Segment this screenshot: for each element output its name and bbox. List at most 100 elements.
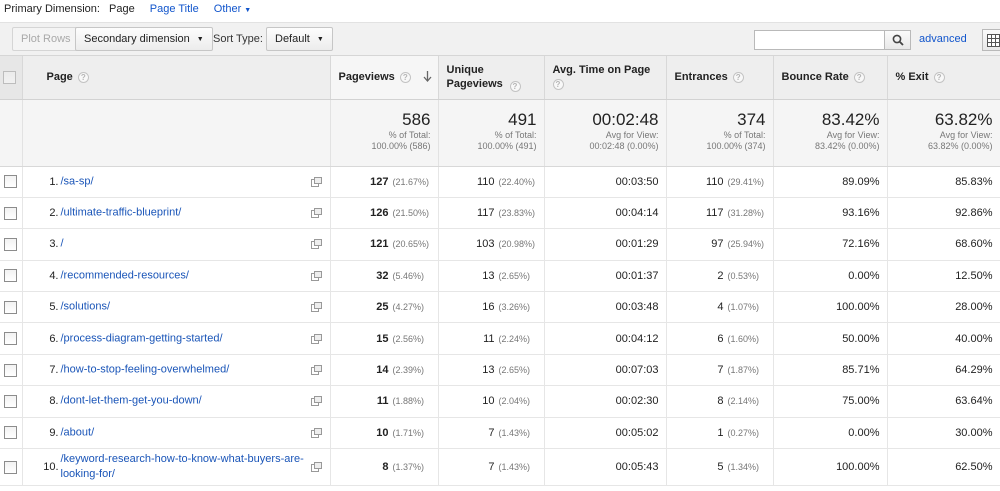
avg-time-cell: 00:04:12 <box>544 322 667 355</box>
page-link[interactable]: /how-to-stop-feeling-overwhelmed/ <box>61 363 331 378</box>
page-link[interactable]: /ultimate-traffic-blueprint/ <box>61 206 331 221</box>
open-external-icon[interactable] <box>310 239 322 250</box>
entrances-cell: 117 (31.28%) <box>666 197 774 230</box>
total-value: 63.82% <box>934 109 993 129</box>
entrances-cell: 5 (1.34%) <box>666 448 774 487</box>
row-checkbox[interactable] <box>4 269 18 283</box>
page-link[interactable]: /keyword-research-how-to-know-what-buyer… <box>61 452 331 482</box>
table-row: 3. / 121 (20.65%) 103 (20.98%) 00:01:29 97… <box>0 228 1000 261</box>
pageviews-percent: (21.67%) <box>392 176 430 187</box>
select-all-cell <box>0 56 23 100</box>
table-search-input[interactable] <box>754 30 885 50</box>
column-header-exit[interactable]: % Exit? <box>887 56 1000 100</box>
sort-type-label: Sort Type: <box>213 33 263 45</box>
column-header-label: Entrances <box>674 71 728 84</box>
open-external-icon[interactable] <box>310 427 322 438</box>
question-icon[interactable]: ? <box>509 81 521 92</box>
total-bounce-rate: 83.42% Avg for View: 83.42% (0.00%) <box>773 99 888 167</box>
primary-dimension-other[interactable]: Other ▼ <box>214 3 251 15</box>
row-checkbox[interactable] <box>4 426 18 440</box>
open-external-icon[interactable] <box>310 302 322 313</box>
other-label: Other <box>213 3 242 15</box>
column-header-entrances[interactable]: Entrances? <box>666 56 774 100</box>
sort-type-dropdown[interactable]: Default ▼ <box>266 27 333 51</box>
pageviews-cell: 14 (2.39%) <box>330 354 439 387</box>
question-icon[interactable]: ? <box>399 72 411 84</box>
chevron-down-icon: ▼ <box>196 36 204 43</box>
column-header-label: Bounce Rate <box>781 71 849 84</box>
row-checkbox[interactable] <box>4 237 18 251</box>
page-link[interactable]: /about/ <box>61 425 331 440</box>
total-exit: 63.82% Avg for View: 63.82% (0.00%) <box>887 99 1000 167</box>
entrances-cell: 7 (1.87%) <box>666 354 774 387</box>
avg-time-cell: 00:05:43 <box>544 448 667 487</box>
row-checkbox[interactable] <box>4 394 18 408</box>
page-link[interactable]: /solutions/ <box>61 300 331 315</box>
page-cell: 10. /keyword-research-how-to-know-what-b… <box>22 448 331 487</box>
column-header-pageviews[interactable]: Pageviews? <box>330 56 439 100</box>
column-header-label: Page <box>46 71 73 84</box>
avg-time-cell: 00:01:37 <box>544 260 667 293</box>
unique-pageviews-cell: 16 (3.26%) <box>438 291 545 324</box>
entrances-cell: 2 (0.53%) <box>666 260 774 293</box>
row-checkbox[interactable] <box>4 363 18 377</box>
page-link[interactable]: /process-diagram-getting-started/ <box>61 331 331 346</box>
question-icon[interactable]: ? <box>933 72 945 84</box>
table-view-button[interactable] <box>982 29 1000 51</box>
question-icon[interactable]: ? <box>732 72 744 84</box>
question-icon[interactable]: ? <box>552 79 564 91</box>
row-checkbox[interactable] <box>4 206 18 220</box>
open-external-icon[interactable] <box>310 365 322 376</box>
open-external-icon[interactable] <box>310 333 322 344</box>
avg-time-cell: 00:02:30 <box>544 385 667 418</box>
page-link[interactable]: /dont-let-them-get-you-down/ <box>61 394 331 409</box>
question-icon[interactable]: ? <box>77 72 89 84</box>
total-value: 374 <box>737 109 766 129</box>
column-header-unique-pageviews[interactable]: Unique Pageviews? <box>438 56 545 100</box>
advanced-filter-link[interactable]: advanced <box>919 27 967 51</box>
entrances-value: 6 <box>717 332 724 345</box>
open-external-icon[interactable] <box>310 176 322 187</box>
column-header-label: Avg. Time on Page <box>552 64 651 77</box>
pageviews-value: 10 <box>376 426 389 439</box>
column-header-page[interactable]: Page? <box>22 56 331 100</box>
select-all-checkbox[interactable] <box>3 70 16 84</box>
unique-pageviews-percent: (20.98%) <box>498 239 536 250</box>
column-header-label: Unique Pageviews <box>446 64 503 91</box>
avg-time-cell: 00:03:48 <box>544 291 667 324</box>
page-link[interactable]: /sa-sp/ <box>61 174 331 189</box>
row-checkbox[interactable] <box>4 332 18 346</box>
row-checkbox[interactable] <box>4 460 18 474</box>
unique-pageviews-value: 7 <box>488 426 495 439</box>
unique-pageviews-percent: (2.04%) <box>498 396 531 407</box>
pageviews-value: 121 <box>370 238 389 251</box>
primary-dimension-page-title[interactable]: Page Title <box>150 3 199 15</box>
primary-dimension-page[interactable]: Page <box>109 3 135 15</box>
row-checkbox[interactable] <box>4 300 18 314</box>
question-icon[interactable]: ? <box>853 72 865 84</box>
table-row: 10. /keyword-research-how-to-know-what-b… <box>0 448 1000 487</box>
page-link[interactable]: / <box>61 237 331 252</box>
entrances-cell: 6 (1.60%) <box>666 322 774 355</box>
page-cell: 5. /solutions/ <box>22 291 331 324</box>
primary-dimension-bar: Primary Dimension: Page Page Title Other… <box>0 0 1000 18</box>
plot-rows-button[interactable]: Plot Rows <box>12 27 80 51</box>
open-external-icon[interactable] <box>310 208 322 219</box>
column-header-avg-time[interactable]: Avg. Time on Page? <box>544 56 667 100</box>
bounce-rate-cell: 93.16% <box>773 197 888 230</box>
secondary-dimension-dropdown[interactable]: Secondary dimension ▼ <box>75 27 213 51</box>
row-checkbox[interactable] <box>4 175 18 189</box>
page-link[interactable]: /recommended-resources/ <box>61 268 331 283</box>
open-external-icon[interactable] <box>310 396 322 407</box>
unique-pageviews-percent: (23.83%) <box>498 208 536 219</box>
entrances-cell: 8 (2.14%) <box>666 385 774 418</box>
avg-time-cell: 00:03:50 <box>544 166 667 198</box>
row-checkbox-cell <box>0 291 23 324</box>
open-external-icon[interactable] <box>310 270 322 281</box>
avg-time-cell: 00:04:14 <box>544 197 667 230</box>
open-external-icon[interactable] <box>310 462 322 473</box>
bounce-rate-cell: 72.16% <box>773 228 888 261</box>
search-button[interactable] <box>884 30 911 50</box>
column-header-bounce-rate[interactable]: Bounce Rate? <box>773 56 888 100</box>
table-body: 1. /sa-sp/ 127 (21.67%) 110 (22.40%) 00:03… <box>0 166 1000 487</box>
